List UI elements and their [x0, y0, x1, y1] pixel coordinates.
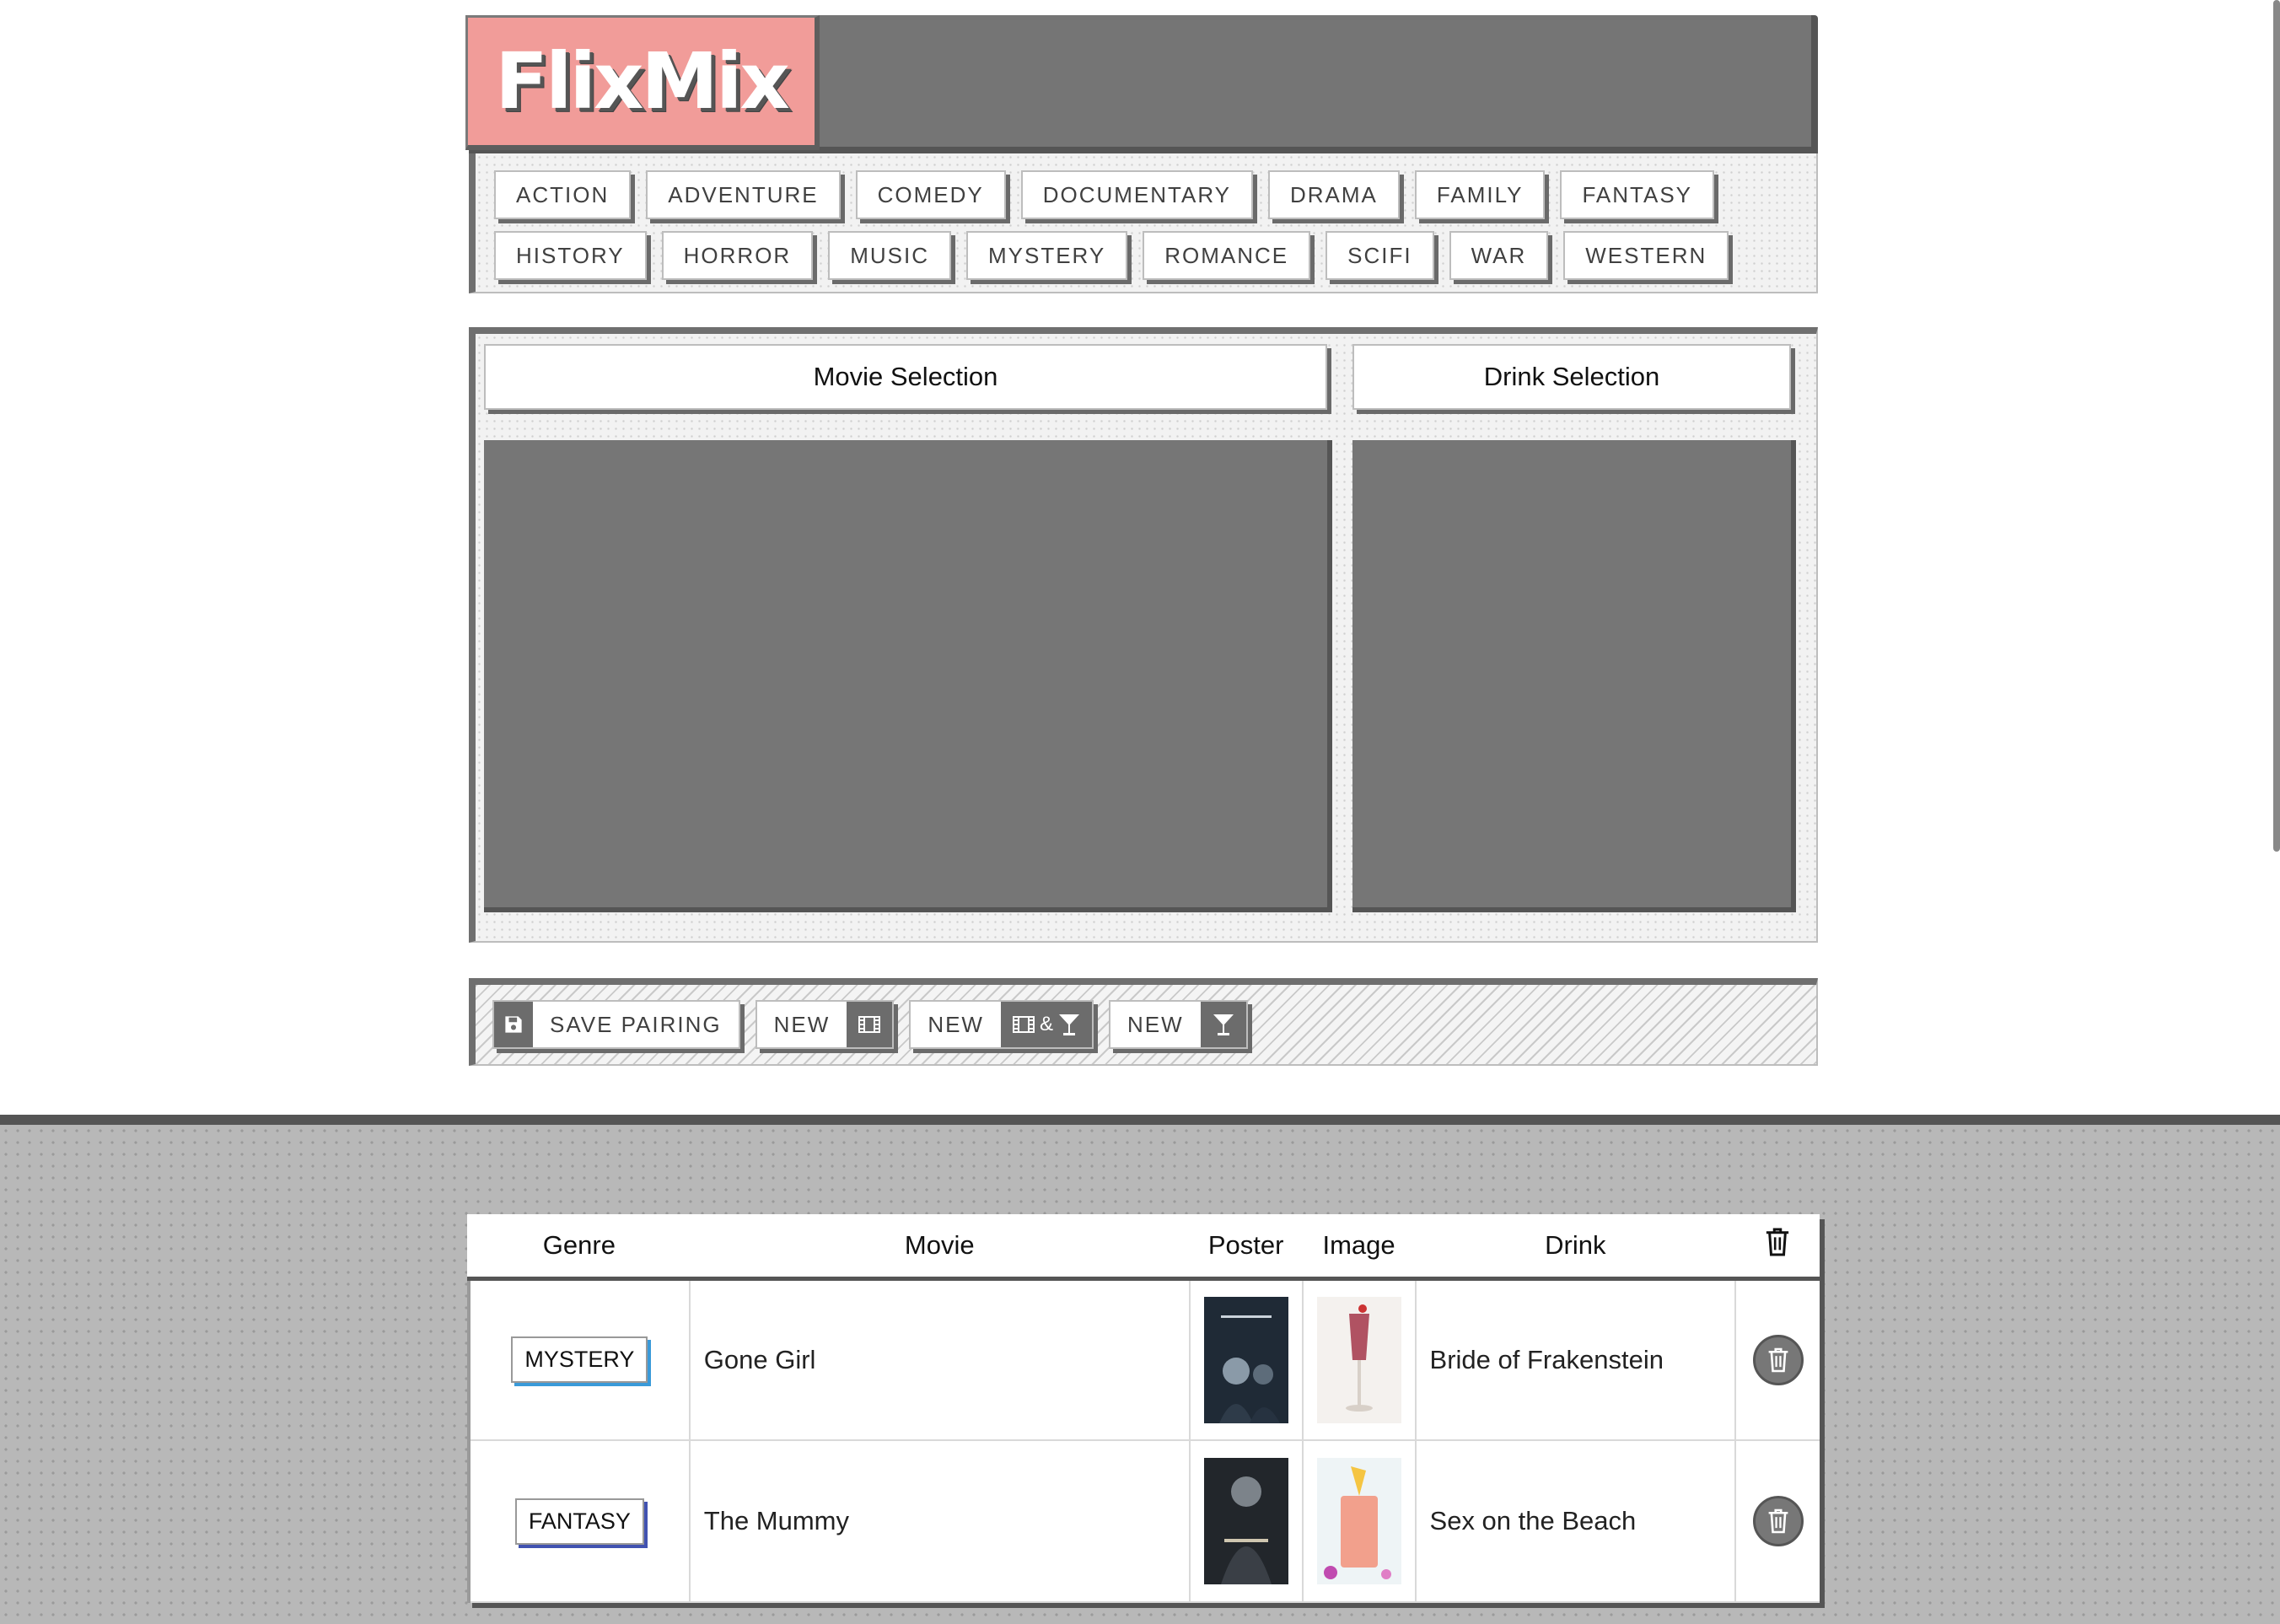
row-image-cell — [1302, 1278, 1417, 1441]
genre-badge[interactable]: FANTASY — [514, 1498, 644, 1545]
drink-selection-area — [1352, 440, 1796, 912]
genre-button-horror[interactable]: HORROR — [661, 231, 814, 280]
movie-poster[interactable] — [1203, 1296, 1288, 1423]
cocktail-icon — [1200, 1002, 1246, 1047]
save-icon — [494, 1002, 533, 1047]
ampersand: & — [1039, 1013, 1053, 1035]
genre-button-music[interactable]: MUSIC — [828, 231, 951, 280]
trash-icon — [1768, 1347, 1788, 1373]
genre-row-2: HISTORY HORROR MUSIC MYSTERY ROMANCE SCI… — [494, 231, 1799, 280]
save-pairing-label: SAVE PAIRING — [550, 1011, 722, 1037]
action-bar: SAVE PAIRING NEW NEW & NEW — [469, 978, 1818, 1066]
delete-row-button[interactable] — [1752, 1334, 1804, 1385]
row-genre-cell: MYSTERY — [467, 1278, 691, 1441]
row-genre-cell: FANTASY — [467, 1440, 691, 1603]
header-delete — [1735, 1214, 1820, 1281]
movie-selection-header: Movie Selection — [484, 344, 1327, 410]
movie-poster[interactable] — [1203, 1458, 1288, 1584]
page-scrollbar[interactable] — [2273, 0, 2280, 852]
genre-button-mystery[interactable]: MYSTERY — [965, 231, 1128, 280]
new-drink-label: NEW — [1127, 1011, 1184, 1037]
genre-button-comedy[interactable]: COMEDY — [855, 170, 1006, 219]
genre-button-adventure[interactable]: ADVENTURE — [646, 170, 841, 219]
drink-selection-header: Drink Selection — [1352, 344, 1791, 410]
movie-selection-area — [484, 440, 1332, 912]
genre-button-family[interactable]: FAMILY — [1414, 170, 1546, 219]
genre-button-western[interactable]: WESTERN — [1563, 231, 1729, 280]
cocktail-icon — [1059, 1014, 1079, 1035]
film-icon — [847, 1002, 893, 1047]
row-delete-cell — [1735, 1278, 1820, 1441]
genre-button-scifi[interactable]: SCIFI — [1326, 231, 1434, 280]
row-image-cell — [1302, 1440, 1417, 1603]
header-genre: Genre — [469, 1214, 690, 1281]
saved-pairings-section: Genre Movie Poster Image Drink MYSTERY G… — [0, 1115, 2280, 1624]
header-poster: Poster — [1189, 1214, 1303, 1281]
new-drink-button[interactable]: NEW — [1109, 1000, 1248, 1049]
genre-row-1: ACTION ADVENTURE COMEDY DOCUMENTARY DRAM… — [494, 170, 1799, 219]
genre-badge[interactable]: MYSTERY — [511, 1336, 648, 1384]
drink-selection-title: Drink Selection — [1483, 362, 1660, 391]
row-drink-cell: Sex on the Beach — [1415, 1440, 1737, 1603]
table-header-row: Genre Movie Poster Image Drink — [469, 1214, 1820, 1281]
trash-icon[interactable] — [1765, 1228, 1790, 1262]
genre-button-romance[interactable]: ROMANCE — [1143, 231, 1311, 280]
row-movie-cell: The Mummy — [689, 1440, 1191, 1603]
row-poster-cell — [1189, 1440, 1304, 1603]
row-delete-cell — [1735, 1440, 1820, 1603]
pairings-table-wrap: Genre Movie Poster Image Drink MYSTERY G… — [467, 1214, 1820, 1603]
new-movie-button[interactable]: NEW — [755, 1000, 895, 1049]
film-icon — [1012, 1016, 1035, 1033]
app-header: FlixMix — [465, 15, 1818, 153]
selection-panel: Movie Selection Drink Selection — [469, 327, 1818, 943]
trash-icon — [1768, 1508, 1788, 1534]
row-drink-cell: Bride of Frakenstein — [1415, 1278, 1737, 1441]
logo[interactable]: FlixMix — [465, 15, 820, 150]
drink-image[interactable] — [1316, 1296, 1401, 1423]
header-image: Image — [1302, 1214, 1416, 1281]
genre-button-documentary[interactable]: DOCUMENTARY — [1020, 170, 1253, 219]
new-movie-and-drink-button[interactable]: NEW & — [909, 1000, 1094, 1049]
movie-selection-title: Movie Selection — [813, 362, 998, 391]
table-row: FANTASY The Mummy Sex on the Beach — [467, 1440, 1820, 1603]
delete-row-button[interactable] — [1752, 1496, 1804, 1546]
drink-image[interactable] — [1316, 1458, 1401, 1584]
table-row: MYSTERY Gone Girl Bride of Frakenstein — [467, 1278, 1820, 1441]
film-and-cocktail-icon: & — [1000, 1002, 1092, 1047]
row-movie-cell: Gone Girl — [689, 1278, 1191, 1441]
genre-bar: ACTION ADVENTURE COMEDY DOCUMENTARY DRAM… — [469, 153, 1818, 293]
pairings-table: Genre Movie Poster Image Drink MYSTERY G… — [467, 1214, 1820, 1603]
genre-button-fantasy[interactable]: FANTASY — [1560, 170, 1714, 219]
save-pairing-button[interactable]: SAVE PAIRING — [492, 1000, 740, 1049]
genre-button-history[interactable]: HISTORY — [494, 231, 647, 280]
new-movie-label: NEW — [773, 1011, 831, 1037]
genre-button-drama[interactable]: DRAMA — [1268, 170, 1400, 219]
genre-button-action[interactable]: ACTION — [494, 170, 632, 219]
row-poster-cell — [1189, 1278, 1304, 1441]
new-both-label: NEW — [928, 1011, 984, 1037]
main-container: FlixMix ACTION ADVENTURE COMEDY DOCUMENT… — [465, 15, 1818, 1066]
logo-text: FlixMix — [495, 36, 790, 126]
genre-button-war[interactable]: WAR — [1449, 231, 1549, 280]
header-movie: Movie — [689, 1214, 1190, 1281]
header-drink: Drink — [1415, 1214, 1736, 1281]
